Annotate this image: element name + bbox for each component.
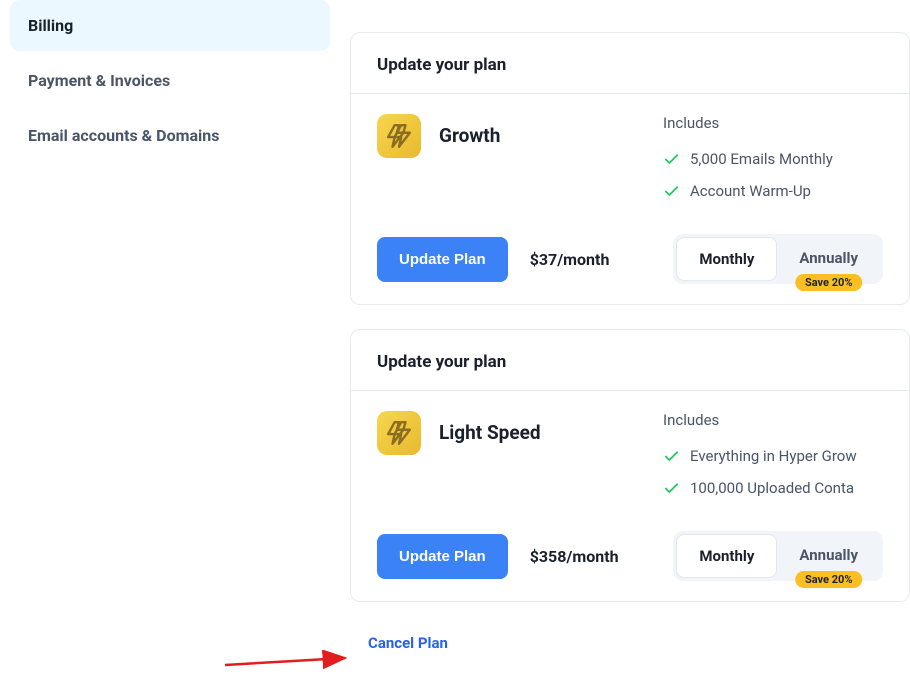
toggle-monthly[interactable]: Monthly bbox=[676, 237, 777, 281]
feature-text: Account Warm-Up bbox=[690, 182, 811, 200]
save-badge: Save 20% bbox=[795, 274, 863, 291]
check-icon bbox=[663, 448, 680, 465]
plan-card-growth: Update your plan Growth Includes bbox=[350, 32, 910, 305]
update-plan-button[interactable]: Update Plan bbox=[377, 237, 508, 282]
card-header: Update your plan bbox=[351, 330, 909, 391]
lightning-icon bbox=[377, 411, 421, 455]
feature-item: 5,000 Emails Monthly bbox=[663, 150, 883, 168]
annotation-arrow bbox=[220, 650, 360, 680]
check-icon bbox=[663, 480, 680, 497]
main-content: Update your plan Growth Includes bbox=[340, 0, 910, 652]
feature-text: 5,000 Emails Monthly bbox=[690, 150, 833, 168]
feature-item: 100,000 Uploaded Conta bbox=[663, 479, 883, 497]
sidebar: Billing Payment & Invoices Email account… bbox=[0, 0, 340, 652]
cancel-plan-link[interactable]: Cancel Plan bbox=[368, 634, 448, 652]
save-badge: Save 20% bbox=[795, 571, 863, 588]
toggle-annually-label: Annually bbox=[799, 546, 858, 564]
feature-text: Everything in Hyper Grow bbox=[690, 447, 857, 465]
card-header: Update your plan bbox=[351, 33, 909, 94]
feature-text: 100,000 Uploaded Conta bbox=[690, 479, 854, 497]
includes-title: Includes bbox=[663, 411, 883, 429]
billing-cycle-toggle: Monthly Annually Save 20% bbox=[673, 531, 883, 581]
sidebar-item-payment[interactable]: Payment & Invoices bbox=[10, 55, 330, 106]
sidebar-item-billing[interactable]: Billing bbox=[10, 0, 330, 51]
toggle-annually[interactable]: Annually Save 20% bbox=[777, 534, 880, 578]
toggle-monthly[interactable]: Monthly bbox=[676, 534, 777, 578]
includes-title: Includes bbox=[663, 114, 883, 132]
plan-name: Growth bbox=[439, 114, 500, 147]
plan-card-lightspeed: Update your plan Light Speed Includes bbox=[350, 329, 910, 602]
feature-item: Everything in Hyper Grow bbox=[663, 447, 883, 465]
lightning-icon bbox=[377, 114, 421, 158]
price-label: $358/month bbox=[530, 547, 619, 566]
includes-section: Includes Everything in Hyper Grow 100,00… bbox=[663, 411, 883, 511]
includes-section: Includes 5,000 Emails Monthly Account Wa… bbox=[663, 114, 883, 214]
plan-name: Light Speed bbox=[439, 411, 541, 444]
billing-cycle-toggle: Monthly Annually Save 20% bbox=[673, 234, 883, 284]
feature-item: Account Warm-Up bbox=[663, 182, 883, 200]
toggle-annually-label: Annually bbox=[799, 249, 858, 267]
sidebar-item-email[interactable]: Email accounts & Domains bbox=[10, 110, 330, 161]
check-icon bbox=[663, 183, 680, 200]
update-plan-button[interactable]: Update Plan bbox=[377, 534, 508, 579]
toggle-annually[interactable]: Annually Save 20% bbox=[777, 237, 880, 281]
price-label: $37/month bbox=[530, 250, 610, 269]
check-icon bbox=[663, 151, 680, 168]
